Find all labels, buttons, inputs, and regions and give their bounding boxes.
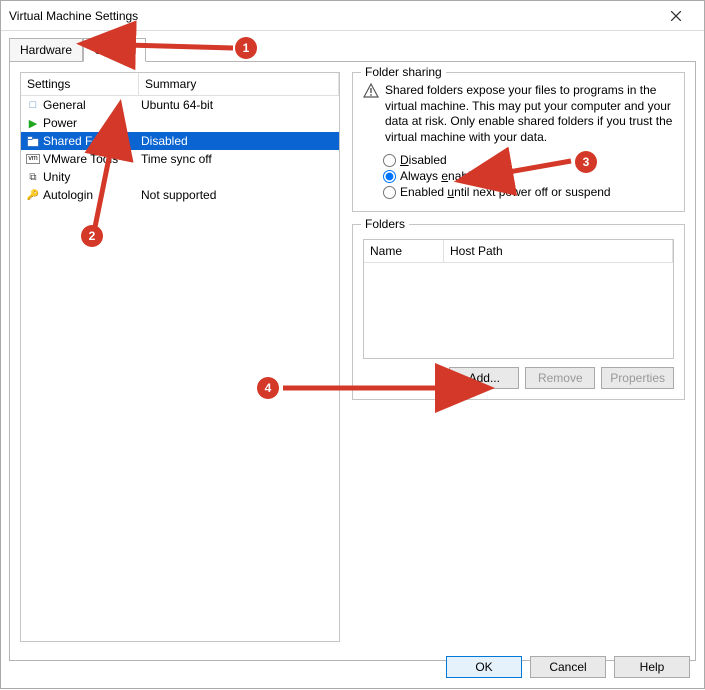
tab-strip: Hardware Options: [1, 31, 704, 61]
folders-col-host: Host Path: [444, 240, 673, 262]
settings-item-label: Shared Folders: [41, 134, 137, 148]
folders-legend: Folders: [361, 217, 409, 231]
col-header-summary: Summary: [139, 73, 339, 95]
vmware-tools-icon: [25, 154, 41, 164]
shared-folders-icon: [25, 136, 41, 147]
settings-item-summary: Not supported: [137, 188, 339, 202]
ok-button[interactable]: OK: [446, 656, 522, 678]
help-button[interactable]: Help: [614, 656, 690, 678]
add-folder-button[interactable]: Add...: [449, 367, 519, 389]
settings-item-unity[interactable]: Unity: [21, 168, 339, 186]
settings-list[interactable]: Settings Summary General Ubuntu 64-bit P…: [20, 72, 340, 642]
radio-always-label: Always enabled: [400, 169, 484, 183]
dialog-footer: OK Cancel Help: [446, 656, 690, 678]
radio-until-label: Enabled until next power off or suspend: [400, 185, 611, 199]
settings-item-label: General: [41, 98, 137, 112]
radio-always-enabled[interactable]: Always enabled: [383, 169, 674, 183]
settings-item-general[interactable]: General Ubuntu 64-bit: [21, 96, 339, 114]
folder-properties-button[interactable]: Properties: [601, 367, 674, 389]
window-title: Virtual Machine Settings: [9, 9, 138, 23]
warning-icon: [363, 83, 379, 99]
settings-item-vmware-tools[interactable]: VMware Tools Time sync off: [21, 150, 339, 168]
folders-col-name: Name: [364, 240, 444, 262]
settings-item-label: Power: [41, 116, 137, 130]
folders-group: Folders Name Host Path Add... Remove Pro…: [352, 224, 685, 400]
right-panel: Folder sharing Shared folders expose you…: [352, 72, 685, 650]
settings-item-power[interactable]: Power: [21, 114, 339, 132]
radio-disabled[interactable]: Disabled: [383, 153, 674, 167]
folder-sharing-legend: Folder sharing: [361, 65, 446, 79]
settings-item-label: Unity: [41, 170, 137, 184]
unity-icon: [25, 172, 41, 183]
titlebar: Virtual Machine Settings: [1, 1, 704, 31]
autologin-icon: [25, 190, 41, 201]
radio-disabled-label: Disabled: [400, 153, 447, 167]
settings-item-summary: Disabled: [137, 134, 339, 148]
settings-item-label: VMware Tools: [41, 152, 137, 166]
tab-options[interactable]: Options: [83, 38, 146, 62]
power-icon: [25, 117, 41, 130]
settings-item-autologin[interactable]: Autologin Not supported: [21, 186, 339, 204]
close-button[interactable]: [656, 2, 696, 30]
close-icon: [671, 11, 681, 21]
tab-hardware[interactable]: Hardware: [9, 38, 83, 62]
folder-buttons: Add... Remove Properties: [363, 367, 674, 389]
options-panel: Settings Summary General Ubuntu 64-bit P…: [9, 61, 696, 661]
cancel-button[interactable]: Cancel: [530, 656, 606, 678]
radio-always-input[interactable]: [383, 170, 396, 183]
warning-text: Shared folders expose your files to prog…: [385, 83, 674, 145]
radio-until-poweroff[interactable]: Enabled until next power off or suspend: [383, 185, 674, 199]
settings-item-summary: Time sync off: [137, 152, 339, 166]
warning-row: Shared folders expose your files to prog…: [363, 83, 674, 145]
remove-folder-button[interactable]: Remove: [525, 367, 595, 389]
folders-table-header: Name Host Path: [364, 240, 673, 263]
col-header-settings: Settings: [21, 73, 139, 95]
settings-item-label: Autologin: [41, 188, 137, 202]
folder-sharing-group: Folder sharing Shared folders expose you…: [352, 72, 685, 212]
general-icon: [25, 99, 41, 111]
settings-item-summary: Ubuntu 64-bit: [137, 98, 339, 112]
radio-disabled-input[interactable]: [383, 154, 396, 167]
settings-list-header: Settings Summary: [21, 73, 339, 96]
folders-table[interactable]: Name Host Path: [363, 239, 674, 359]
settings-item-shared-folders[interactable]: Shared Folders Disabled: [21, 132, 339, 150]
radio-until-input[interactable]: [383, 186, 396, 199]
